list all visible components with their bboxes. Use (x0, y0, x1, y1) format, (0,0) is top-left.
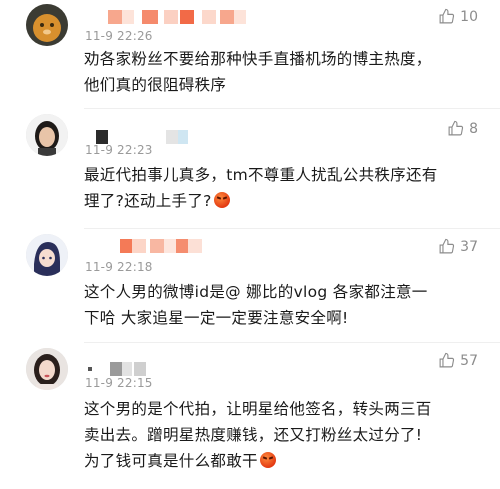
divider (84, 108, 500, 109)
comment-time: 11-9 22:15 (85, 376, 153, 390)
comment-time: 11-9 22:23 (85, 143, 153, 157)
like-count: 10 (460, 8, 478, 25)
thumbs-up-icon (439, 238, 455, 254)
username-redacted[interactable] (120, 239, 240, 253)
comment-line: 为了钱可真是什么都敢干 (84, 448, 484, 474)
comment-text: 劝各家粉丝不要给那种快手直播机场的博主热度， 他们真的很阻碍秩序 (84, 46, 484, 98)
thumbs-up-icon (448, 120, 464, 136)
comment-line: 最近代拍事儿真多，tm不尊重人扰乱公共秩序还有 (84, 166, 438, 184)
comment-time: 11-9 22:26 (85, 29, 153, 43)
avatar[interactable] (26, 4, 68, 46)
comment-line: 这个人男的微博id是@ 娜比的vlog 各家都注意一 (84, 283, 428, 301)
angry-emoji-icon (213, 192, 230, 208)
comment-text: 最近代拍事儿真多，tm不尊重人扰乱公共秩序还有 理了?还动上手了? (84, 162, 484, 214)
comment-line: 他们真的很阻碍秩序 (84, 76, 227, 94)
comment-text: 这个男的是个代拍，让明星给他签名，转头两三百 卖出去。蹭明星热度赚钱，还又打粉丝… (84, 396, 484, 474)
divider (84, 228, 500, 229)
like-count: 57 (460, 352, 478, 369)
like-count: 8 (469, 120, 478, 137)
username-redacted[interactable] (108, 10, 258, 24)
like-button[interactable]: 10 (438, 8, 478, 25)
like-button[interactable]: 57 (438, 352, 478, 369)
like-count: 37 (460, 238, 478, 255)
comment-line-text: 理了?还动上手了? (84, 192, 212, 210)
comment-line: 理了?还动上手了? (84, 188, 484, 214)
comment-time: 11-9 22:18 (85, 260, 153, 274)
avatar[interactable] (26, 114, 68, 156)
avatar[interactable] (26, 234, 68, 276)
avatar[interactable] (26, 348, 68, 390)
like-button[interactable]: 8 (447, 120, 478, 137)
username-redacted[interactable] (96, 130, 206, 144)
thumbs-up-icon (439, 352, 455, 368)
comment-line: 这个男的是个代拍，让明星给他签名，转头两三百 (84, 400, 432, 418)
like-button[interactable]: 37 (438, 238, 478, 255)
comment-line: 下哈 大家追星一定一定要注意安全啊! (84, 309, 349, 327)
username-redacted[interactable] (88, 362, 158, 376)
comment-line: 卖出去。蹭明星热度赚钱，还又打粉丝太过分了! (84, 426, 423, 444)
divider (84, 342, 500, 343)
thumbs-up-icon (439, 8, 455, 24)
comment-text: 这个人男的微博id是@ 娜比的vlog 各家都注意一 下哈 大家追星一定一定要注… (84, 279, 484, 331)
angry-emoji-icon (259, 452, 276, 468)
comment-line: 劝各家粉丝不要给那种快手直播机场的博主热度， (84, 50, 432, 68)
comment-line-text: 为了钱可真是什么都敢干 (84, 452, 258, 470)
